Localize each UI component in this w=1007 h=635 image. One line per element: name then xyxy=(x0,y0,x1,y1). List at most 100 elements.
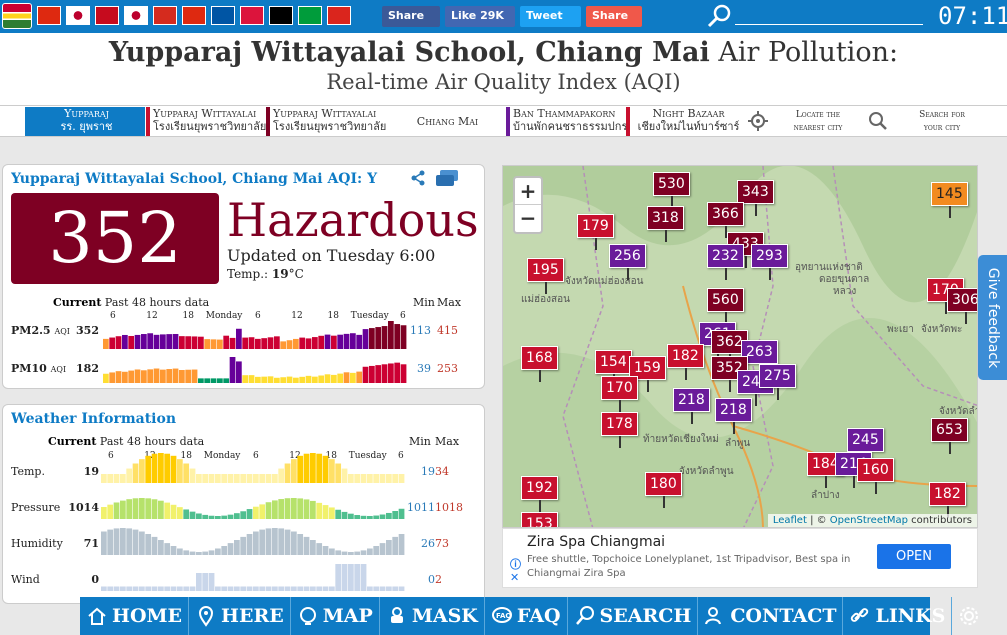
history-bar xyxy=(360,564,367,591)
station-tab-yupparaj[interactable]: Yupparaj รร. ยุพราช xyxy=(25,107,145,136)
station-tab-yupparaj-wittayalai-2[interactable]: Yupparaj Wittayalai โรงเรียนยุพราชวิทยาลั… xyxy=(266,107,386,136)
facebook-like-button[interactable]: Like 29K xyxy=(445,6,515,27)
nav-mask-button[interactable]: MASK xyxy=(380,597,485,635)
zoom-in-button[interactable]: + xyxy=(515,178,541,205)
pm25-history-chart[interactable] xyxy=(103,315,407,351)
leaflet-link[interactable]: Leaflet xyxy=(773,515,807,526)
map-station-marker[interactable]: 245 xyxy=(847,428,884,464)
history-bar xyxy=(379,514,386,519)
map-station-marker[interactable]: 256 xyxy=(609,244,646,280)
map-station-marker[interactable]: 182 xyxy=(667,344,704,380)
facebook-share-button[interactable]: Share xyxy=(382,6,440,27)
search-input[interactable] xyxy=(735,24,923,25)
map-station-marker[interactable]: 160 xyxy=(857,458,894,494)
map-station-marker[interactable]: 182 xyxy=(929,482,966,518)
nav-faq-button[interactable]: FAQ FAQ xyxy=(485,597,568,635)
share-icon[interactable] xyxy=(409,169,427,187)
history-bar xyxy=(272,500,278,519)
map-station-marker[interactable]: 180 xyxy=(645,472,682,508)
language-flag-icon[interactable] xyxy=(124,6,148,25)
station-tab-night-bazaar[interactable]: Night Bazaar เชียงใหม่ไนท์บาร์ซาร์ xyxy=(626,107,744,136)
map-station-marker[interactable]: 343 xyxy=(737,180,774,216)
history-bar xyxy=(107,529,114,555)
station-tab-ban-thammapakorn[interactable]: Ban Thammapakorn บ้านพักคนชราธรรมปกรณ์ xyxy=(506,107,626,136)
map-station-marker[interactable]: 154 xyxy=(595,350,632,386)
history-bar xyxy=(236,361,242,383)
map-station-marker[interactable]: 218 xyxy=(673,388,710,424)
history-bar xyxy=(223,378,230,383)
weather-history-chart[interactable] xyxy=(101,559,405,593)
history-bar xyxy=(145,534,152,555)
ad-open-button[interactable]: OPEN xyxy=(877,544,951,569)
history-bar xyxy=(198,336,204,349)
history-bar xyxy=(331,374,337,383)
map-station-marker[interactable]: 530 xyxy=(653,172,690,208)
pm10-history-chart[interactable] xyxy=(103,351,407,385)
language-flag-icon[interactable] xyxy=(95,6,119,25)
map-station-marker[interactable]: 178 xyxy=(601,412,638,448)
share-button[interactable]: Share xyxy=(586,6,642,27)
ad-title[interactable]: Zira Spa Chiangmai xyxy=(527,534,665,550)
history-bar xyxy=(227,586,234,591)
language-flag-icon[interactable] xyxy=(37,6,61,25)
nav-label: SEARCH xyxy=(599,605,692,627)
map-station-marker[interactable]: 179 xyxy=(577,214,614,250)
map-station-marker[interactable]: 560 xyxy=(707,288,744,324)
language-flag-icon[interactable] xyxy=(269,6,293,25)
aqi-map[interactable]: จังหวัดแม่ฮ่องสอน แม่ฮ่องสอน อุทยานแห่งชาต… xyxy=(502,165,978,528)
map-station-marker[interactable]: 153 xyxy=(521,512,558,527)
history-bar xyxy=(141,334,147,349)
language-flag-icon[interactable] xyxy=(153,6,177,25)
history-bar xyxy=(337,373,344,383)
map-station-marker[interactable]: 145 xyxy=(931,182,968,218)
station-tab-yupparaj-wittayalai-1[interactable]: Yupparaj Wittayalai โรงเรียนยุพราชวิทยาลั… xyxy=(146,107,266,136)
map-station-marker[interactable]: 195 xyxy=(527,258,564,294)
nav-map-button[interactable]: MAP xyxy=(291,597,380,635)
language-flag-icon[interactable] xyxy=(2,3,32,29)
map-station-marker[interactable]: 168 xyxy=(521,346,558,382)
search-city-button[interactable]: Search for your city xyxy=(862,107,982,136)
language-flag-icon[interactable] xyxy=(211,6,235,25)
give-feedback-tab[interactable]: Give feedback xyxy=(978,255,1007,380)
language-flag-icon[interactable] xyxy=(327,6,351,25)
weather-history-chart[interactable] xyxy=(101,487,405,521)
map-station-marker[interactable]: 192 xyxy=(521,476,558,512)
weather-history-chart[interactable] xyxy=(101,523,405,557)
nav-settings-button[interactable] xyxy=(952,597,990,635)
map-station-marker[interactable]: 366 xyxy=(707,202,744,238)
map-station-marker[interactable]: 318 xyxy=(647,206,684,242)
map-station-marker[interactable]: 653 xyxy=(931,418,968,454)
language-flag-icon[interactable] xyxy=(240,6,264,25)
ad-close-icon[interactable]: ✕ xyxy=(510,571,519,584)
station-tab-chiang-mai[interactable]: Chiang Mai xyxy=(387,107,505,136)
nav-search-button[interactable]: SEARCH xyxy=(568,597,699,635)
nav-contact-button[interactable]: CONTACT xyxy=(698,597,844,635)
map-station-marker[interactable]: 232 xyxy=(707,244,744,280)
map-station-marker[interactable]: 170 xyxy=(601,376,638,412)
history-bar xyxy=(204,339,211,349)
nav-home-button[interactable]: HOME xyxy=(80,597,190,635)
language-flag-icon[interactable] xyxy=(182,6,206,25)
history-bar xyxy=(303,586,310,591)
language-flag-icon[interactable] xyxy=(298,6,322,25)
history-bar xyxy=(134,334,141,349)
language-flag-icon[interactable] xyxy=(66,6,90,25)
advertisement[interactable]: ⓘ ✕ Zira Spa Chiangmai Free shuttle, Top… xyxy=(502,528,978,588)
map-station-marker[interactable]: 306 xyxy=(947,288,977,324)
map-station-marker[interactable]: 275 xyxy=(759,364,796,400)
widget-icon[interactable] xyxy=(435,169,459,187)
locate-nearest-city-button[interactable]: Locate the nearest city xyxy=(746,107,860,136)
weather-history-chart[interactable] xyxy=(101,451,405,485)
ad-info-icon[interactable]: ⓘ xyxy=(510,556,521,572)
history-bar xyxy=(297,498,304,519)
osm-link[interactable]: OpenStreetMap xyxy=(830,515,908,526)
tweet-button[interactable]: Tweet xyxy=(520,6,581,27)
map-station-marker[interactable]: 218 xyxy=(715,398,752,434)
history-bar xyxy=(337,334,344,349)
search-icon[interactable] xyxy=(706,3,732,29)
map-station-marker[interactable]: 293 xyxy=(751,244,788,280)
history-bar xyxy=(316,586,323,591)
zoom-out-button[interactable]: − xyxy=(515,205,541,232)
nav-links-button[interactable]: LINKS xyxy=(843,597,953,635)
nav-here-button[interactable]: HERE xyxy=(189,597,291,635)
